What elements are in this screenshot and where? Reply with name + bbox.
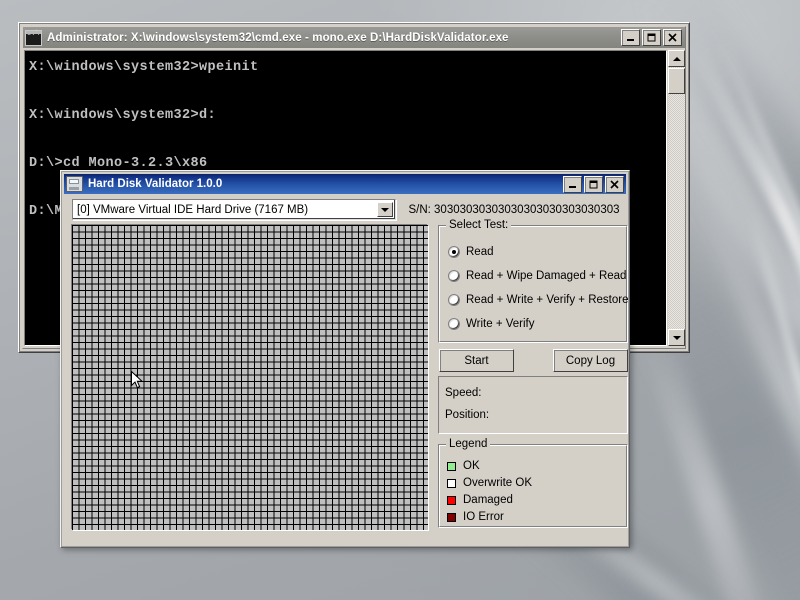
- radio-label-read: Read: [466, 246, 494, 258]
- dialog-body: [0] VMware Virtual IDE Hard Drive (7167 …: [64, 196, 628, 544]
- radio-label-write-verify: Write + Verify: [466, 318, 535, 330]
- legend-swatch-overwrite-ok: [447, 478, 456, 488]
- wallpaper-ribbon-1: [685, 40, 800, 428]
- drive-selection-row: [0] VMware Virtual IDE Hard Drive (7167 …: [72, 199, 620, 220]
- legend-label-overwrite-ok: Overwrite OK: [463, 477, 533, 489]
- radio-icon-read-write-verify-restore[interactable]: [448, 294, 460, 306]
- console-scrollbar-up-button[interactable]: [668, 50, 685, 67]
- disk-block-map[interactable]: [72, 225, 428, 530]
- start-button[interactable]: Start: [439, 349, 514, 372]
- legend-item-io-error: IO Error: [447, 511, 504, 523]
- radio-icon-read-wipe-damaged-read[interactable]: [448, 270, 460, 282]
- radio-icon-read[interactable]: [448, 246, 460, 258]
- legend-item-damaged: Damaged: [447, 494, 513, 506]
- copy-log-button[interactable]: Copy Log: [553, 349, 628, 372]
- console-title-text: Administrator: X:\windows\system32\cmd.e…: [47, 31, 509, 44]
- console-maximize-button[interactable]: [642, 29, 661, 46]
- radio-label-read-write-verify-restore: Read + Write + Verify + Restore: [466, 294, 629, 306]
- select-test-title: Select Test:: [446, 219, 512, 231]
- position-label: Position:: [445, 409, 490, 421]
- console-scrollbar-track[interactable]: [668, 67, 685, 329]
- hard-drive-icon: [66, 176, 83, 192]
- console-scrollbar[interactable]: [668, 50, 685, 346]
- status-panel: Speed: Position:: [438, 376, 628, 434]
- drive-select-value: [0] VMware Virtual IDE Hard Drive (7167 …: [77, 203, 309, 216]
- speed-label: Speed:: [445, 387, 482, 399]
- legend-item-ok: OK: [447, 460, 480, 472]
- wallpaper-ribbon-5: [676, 150, 800, 600]
- legend-label-damaged: Damaged: [463, 494, 513, 506]
- dialog-minimize-button[interactable]: [563, 175, 582, 193]
- dialog-window-controls: [563, 175, 624, 193]
- wallpaper-ribbon-4: [736, 96, 800, 495]
- legend-swatch-ok: [447, 461, 456, 471]
- cmd-icon: [25, 29, 42, 46]
- wallpaper-ribbon-2: [715, 36, 800, 470]
- console-title-bar[interactable]: Administrator: X:\windows\system32\cmd.e…: [23, 27, 685, 48]
- legend-label-ok: OK: [463, 460, 480, 472]
- legend-label-io-error: IO Error: [463, 511, 504, 523]
- select-test-groupbox: Select Test: Read Read + Wipe Damaged + …: [438, 219, 628, 343]
- radio-option-read-wipe-damaged-read[interactable]: Read + Wipe Damaged + Read: [448, 270, 626, 282]
- wallpaper-ribbon-6: [746, 210, 800, 579]
- console-window-controls: [621, 29, 683, 46]
- dialog-title-text: Hard Disk Validator 1.0.0: [88, 178, 223, 190]
- drive-select-dropdown[interactable]: [0] VMware Virtual IDE Hard Drive (7167 …: [72, 199, 397, 220]
- console-minimize-button[interactable]: [621, 29, 640, 46]
- legend-item-overwrite-ok: Overwrite OK: [447, 477, 532, 489]
- dialog-maximize-button[interactable]: [584, 175, 603, 193]
- serial-number-label: S/N: 30303030303030303030303030303030: [408, 203, 620, 216]
- radio-icon-write-verify[interactable]: [448, 318, 460, 330]
- disk-block-grid-cells[interactable]: [72, 225, 428, 530]
- legend-groupbox: Legend OK Overwrite OK Damaged IO Error: [438, 438, 628, 528]
- radio-option-write-verify[interactable]: Write + Verify: [448, 318, 535, 330]
- console-scrollbar-down-button[interactable]: [668, 329, 685, 346]
- console-scrollbar-thumb[interactable]: [668, 68, 685, 94]
- legend-title: Legend: [446, 438, 491, 450]
- legend-swatch-io-error: [447, 512, 456, 522]
- chevron-down-icon[interactable]: [377, 202, 394, 217]
- legend-swatch-damaged: [447, 495, 456, 505]
- radio-option-read-write-verify-restore[interactable]: Read + Write + Verify + Restore: [448, 294, 628, 306]
- dialog-title-bar[interactable]: Hard Disk Validator 1.0.0: [64, 174, 626, 194]
- dialog-close-button[interactable]: [605, 175, 624, 193]
- radio-label-read-wipe-damaged-read: Read + Wipe Damaged + Read: [466, 270, 627, 282]
- hard-disk-validator-window[interactable]: Hard Disk Validator 1.0.0 [0] VMware Vir…: [60, 170, 630, 548]
- radio-option-read[interactable]: Read: [448, 246, 494, 258]
- console-close-button[interactable]: [663, 29, 682, 46]
